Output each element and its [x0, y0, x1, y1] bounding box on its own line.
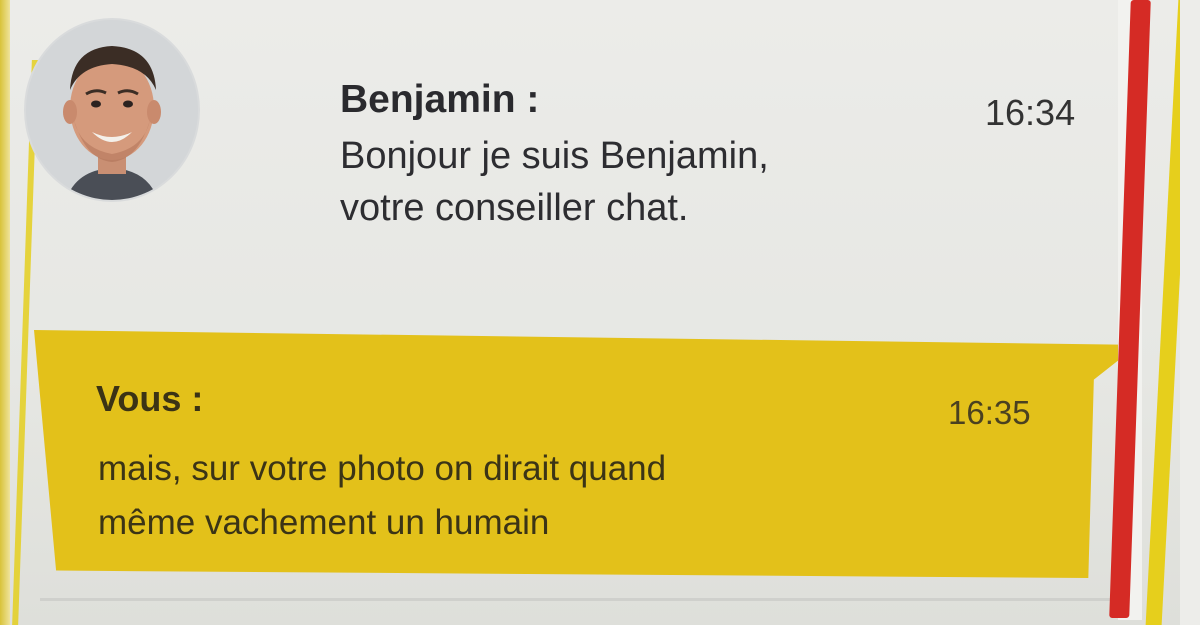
screen-edge — [1180, 0, 1200, 625]
agent-message-text: Bonjour je suis Benjamin, votre conseill… — [340, 135, 769, 229]
chat-window: Benjamin : Bonjour je suis Benjamin, vot… — [0, 0, 1200, 625]
user-message-text: mais, sur votre photo on dirait quand mê… — [98, 449, 667, 542]
agent-avatar-icon — [26, 20, 198, 200]
agent-message-timestamp: 16:34 — [985, 92, 1076, 133]
message-divider — [40, 598, 1120, 601]
agent-avatar — [24, 18, 200, 202]
chat-frame-left-border — [0, 0, 10, 625]
user-message-timestamp: 16:35 — [948, 394, 1031, 431]
scrollbar-thumb[interactable] — [1109, 0, 1151, 618]
user-sender-name: Vous : — [96, 378, 204, 419]
